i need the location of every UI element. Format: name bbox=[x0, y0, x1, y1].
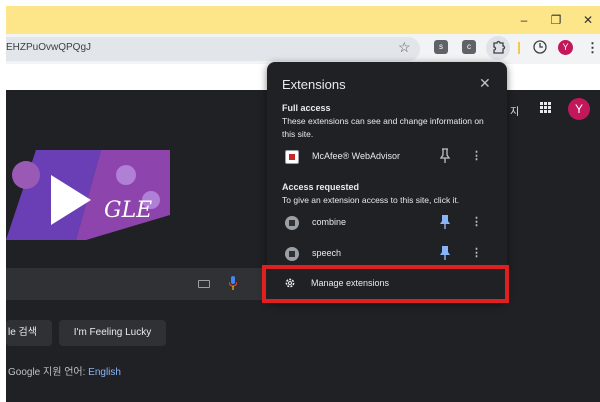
extension-name: speech bbox=[312, 248, 342, 258]
google-search-button[interactable]: le 검색 bbox=[6, 320, 52, 346]
full-access-heading: Full access bbox=[282, 103, 331, 113]
extension-more-icon[interactable]: ⋮ bbox=[471, 215, 482, 228]
keyboard-icon[interactable] bbox=[198, 280, 210, 288]
access-requested-heading: Access requested bbox=[282, 182, 360, 192]
mcafee-icon bbox=[285, 150, 299, 164]
puzzle-icon bbox=[493, 40, 506, 54]
close-window-button[interactable]: ✕ bbox=[578, 12, 598, 28]
s-extension-icon[interactable]: s bbox=[434, 40, 448, 54]
extension-name: McAfee® WebAdvisor bbox=[312, 151, 400, 161]
google-account-avatar[interactable]: Y bbox=[568, 98, 590, 120]
sync-shield-icon[interactable] bbox=[532, 39, 548, 55]
restore-button[interactable]: ❐ bbox=[546, 12, 566, 28]
close-popup-icon[interactable]: ✕ bbox=[479, 75, 491, 92]
extension-more-icon[interactable]: ⋮ bbox=[471, 246, 482, 259]
url-text: EHZPuOvwQPQgJ bbox=[6, 42, 92, 53]
feeling-lucky-button[interactable]: I'm Feeling Lucky bbox=[59, 320, 166, 346]
access-requested-description: To give an extension access to this site… bbox=[282, 195, 460, 205]
extension-row-mcafee[interactable]: McAfee® WebAdvisor ⋮ bbox=[267, 147, 507, 169]
c-extension-icon[interactable]: c bbox=[462, 40, 476, 54]
speech-extension-icon bbox=[285, 247, 299, 261]
pin-filled-icon[interactable] bbox=[439, 214, 451, 230]
pin-filled-icon[interactable] bbox=[439, 245, 451, 261]
browser-window: – ❐ ✕ EHZPuOvwQPQgJ ☆ s c Y ⋮ 지 Y GLE le… bbox=[0, 0, 600, 402]
google-doodle[interactable]: GLE bbox=[6, 145, 170, 240]
extension-more-icon[interactable]: ⋮ bbox=[471, 149, 482, 162]
minimize-button[interactable]: – bbox=[514, 12, 534, 28]
full-access-description: These extensions can see and change info… bbox=[282, 116, 484, 139]
extension-row-speech[interactable]: speech ⋮ bbox=[267, 244, 507, 266]
extension-row-combine[interactable]: combine ⋮ bbox=[267, 213, 507, 235]
address-bar[interactable]: EHZPuOvwQPQgJ ☆ bbox=[6, 37, 420, 61]
browser-menu-icon[interactable]: ⋮ bbox=[586, 40, 599, 56]
apps-grid-icon[interactable] bbox=[540, 102, 552, 114]
combine-extension-icon bbox=[285, 216, 299, 230]
doodle-text: GLE bbox=[104, 198, 152, 223]
extensions-puzzle-button[interactable] bbox=[486, 36, 510, 60]
popup-title: Extensions bbox=[282, 77, 346, 92]
toolbar-separator bbox=[518, 42, 520, 54]
language-link-english[interactable]: English bbox=[88, 367, 121, 378]
profile-avatar[interactable]: Y bbox=[558, 40, 573, 55]
language-prefix: Google 지원 언어: bbox=[8, 367, 89, 378]
browser-toolbar: EHZPuOvwQPQgJ ☆ s c Y ⋮ bbox=[6, 34, 600, 64]
microphone-icon[interactable] bbox=[229, 276, 237, 290]
pin-outline-icon[interactable] bbox=[439, 148, 451, 164]
title-bar: – ❐ ✕ bbox=[6, 6, 600, 34]
language-offer: Google 지원 언어: English bbox=[8, 363, 121, 378]
highlight-box bbox=[262, 265, 509, 303]
header-link[interactable]: 지 bbox=[510, 103, 519, 118]
extension-name: combine bbox=[312, 217, 347, 227]
bookmark-star-icon[interactable]: ☆ bbox=[398, 39, 411, 56]
